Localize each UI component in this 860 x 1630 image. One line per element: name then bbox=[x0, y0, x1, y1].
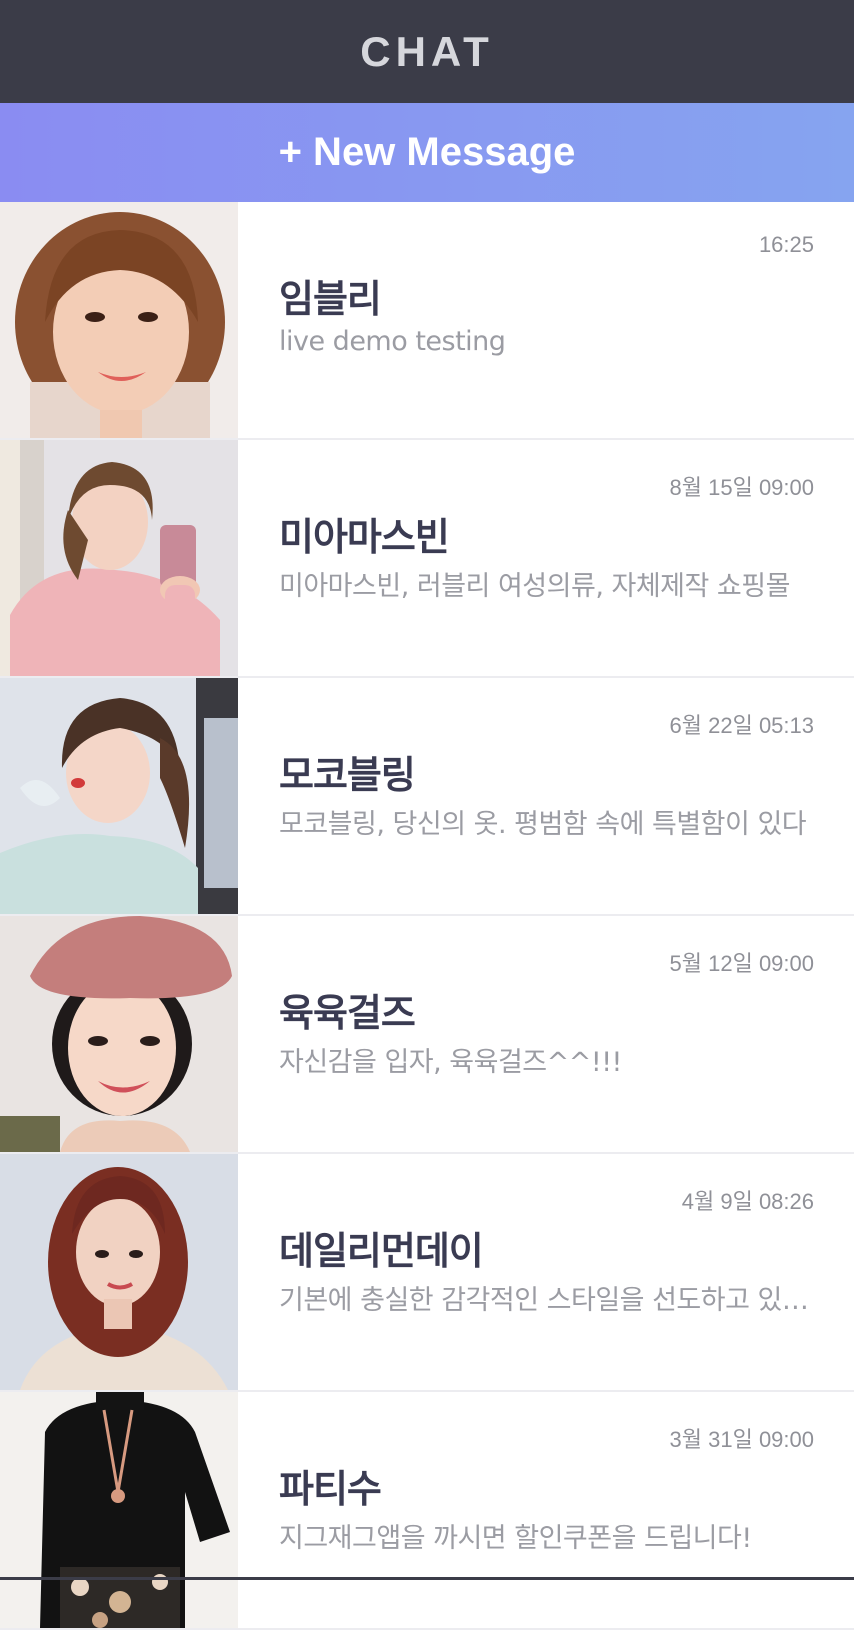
chat-time: 4월 9일 08:26 bbox=[681, 1189, 814, 1214]
page-title: CHAT bbox=[360, 27, 494, 75]
chat-time: 16:25 bbox=[758, 232, 814, 257]
chat-time: 5월 12일 09:00 bbox=[669, 951, 814, 976]
chat-preview: 지그재그앱을 까시면 할인쿠폰을 드립니다! bbox=[279, 1523, 752, 1554]
avatar-woman-red-hair bbox=[0, 1154, 238, 1390]
chat-name: 임블리 bbox=[279, 277, 382, 321]
chat-preview: 기본에 충실한 감각적인 스타일을 선도하고 있습니다 bbox=[279, 1285, 814, 1316]
chat-item[interactable]: 16:25 임블리 live demo testing bbox=[0, 202, 854, 440]
chat-preview: 자신감을 입자, 육육걸즈^^!!! bbox=[279, 1047, 622, 1078]
avatar-woman-pink-sweater-mirror bbox=[0, 440, 238, 676]
chat-item[interactable]: 3월 31일 09:00 파티수 지그재그앱을 까시면 할인쿠폰을 드립니다! bbox=[0, 1392, 854, 1630]
header-bar: CHAT bbox=[0, 0, 854, 103]
chat-time: 6월 22일 05:13 bbox=[669, 713, 814, 738]
chat-name: 데일리먼데이 bbox=[279, 1229, 484, 1273]
avatar-woman-black-top bbox=[0, 1392, 238, 1628]
chat-item[interactable]: 4월 9일 08:26 데일리먼데이 기본에 충실한 감각적인 스타일을 선도하… bbox=[0, 1154, 854, 1392]
chat-name: 미아마스빈 bbox=[279, 515, 450, 559]
chat-app: CHAT + New Message 16:25 임블리 live demo t… bbox=[0, 0, 854, 1630]
chat-item[interactable]: 6월 22일 05:13 모코블링 모코블링, 당신의 옷. 평범함 속에 특별… bbox=[0, 678, 854, 916]
chat-time: 8월 15일 09:00 bbox=[669, 475, 814, 500]
chat-name: 모코블링 bbox=[279, 753, 416, 797]
chat-preview: 미아마스빈, 러블리 여성의류, 자체제작 쇼핑몰 bbox=[279, 571, 790, 602]
chat-list: 16:25 임블리 live demo testing 8월 15일 09:00… bbox=[0, 202, 854, 1630]
chat-preview: 모코블링, 당신의 옷. 평범함 속에 특별함이 있다 bbox=[279, 809, 807, 840]
chat-item[interactable]: 5월 12일 09:00 육육걸즈 자신감을 입자, 육육걸즈^^!!! bbox=[0, 916, 854, 1154]
chat-name: 육육걸즈 bbox=[279, 991, 416, 1035]
new-message-button[interactable]: + New Message bbox=[0, 103, 854, 202]
avatar-woman-beret bbox=[0, 916, 238, 1152]
chat-time: 3월 31일 09:00 bbox=[669, 1427, 814, 1452]
avatar-woman-short-brown-hair bbox=[0, 202, 238, 438]
chat-item[interactable]: 8월 15일 09:00 미아마스빈 미아마스빈, 러블리 여성의류, 자체제작… bbox=[0, 440, 854, 678]
avatar-woman-mint-sweater bbox=[0, 678, 238, 914]
chat-preview: live demo testing bbox=[279, 326, 506, 357]
chat-name: 파티수 bbox=[279, 1467, 382, 1511]
